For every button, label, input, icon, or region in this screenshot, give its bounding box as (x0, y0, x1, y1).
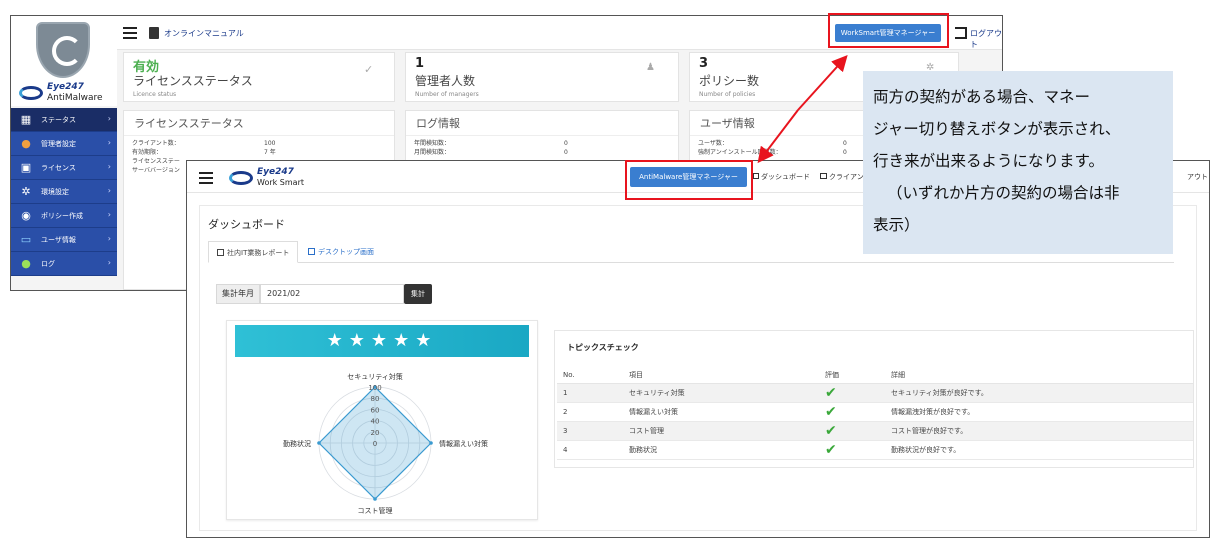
arrow-to-antimalware-button (757, 109, 799, 164)
callout-line: 両方の契約がある場合、マネー (873, 88, 1091, 106)
arrow-to-worksmart-button (797, 55, 848, 111)
explanation-callout: 両方の契約がある場合、マネー ジャー切り替えボタンが表示され、 行き来が出来るよ… (863, 71, 1173, 254)
callout-line: 行き来が出来るようになります。 (873, 152, 1104, 170)
callout-line: （いずれか片方の契約の場合は非 (887, 184, 1120, 202)
callout-line: ジャー切り替えボタンが表示され、 (873, 120, 1121, 138)
callout-line: 表示） (873, 216, 920, 234)
